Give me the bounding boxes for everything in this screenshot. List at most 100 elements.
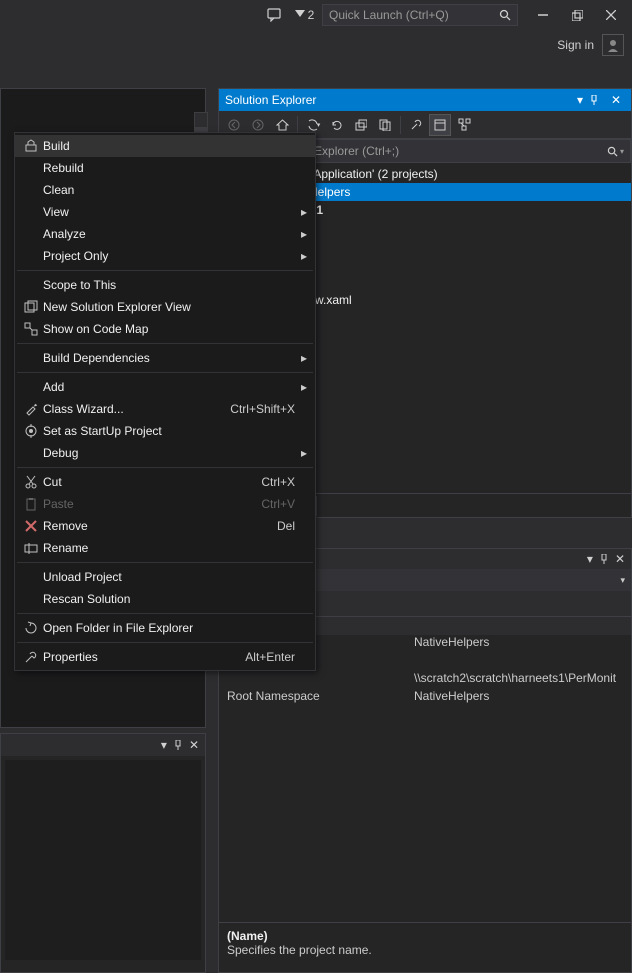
menu-item-project-only[interactable]: Project Only▸	[15, 245, 315, 267]
minimize-button[interactable]	[528, 3, 558, 27]
menu-item-add[interactable]: Add▸	[15, 376, 315, 398]
panel-dropdown-icon[interactable]: ▾	[161, 738, 167, 752]
view-class-diagram-button[interactable]	[453, 114, 475, 136]
output-panel: ▾ ✕	[0, 733, 206, 973]
title-bar: 2 Quick Launch (Ctrl+Q)	[0, 0, 632, 30]
quick-launch-placeholder: Quick Launch (Ctrl+Q)	[329, 8, 449, 22]
pin-icon[interactable]	[173, 740, 183, 750]
menu-item-properties[interactable]: PropertiesAlt+Enter	[15, 646, 315, 668]
panel-close-icon[interactable]: ✕	[615, 552, 625, 566]
search-icon: ▾	[607, 146, 624, 157]
property-desc-name: (Name)	[227, 929, 623, 943]
menu-item-unload-project[interactable]: Unload Project	[15, 566, 315, 588]
menu-label: Rename	[43, 541, 295, 555]
wizard-icon	[19, 402, 43, 416]
menu-label: Add	[43, 380, 295, 394]
output-panel-header[interactable]: ▾ ✕	[1, 734, 205, 756]
properties-row[interactable]: \\scratch2\scratch\harneets1\PerMonit	[219, 671, 631, 689]
folder-icon	[19, 621, 43, 635]
panel-close-icon[interactable]: ✕	[607, 93, 625, 107]
collapse-all-button[interactable]	[350, 114, 372, 136]
output-panel-body[interactable]	[5, 760, 201, 960]
menu-item-rebuild[interactable]: Rebuild	[15, 157, 315, 179]
menu-label: Rescan Solution	[43, 592, 295, 606]
panel-dropdown-icon[interactable]: ▾	[587, 552, 593, 566]
properties-description: (Name) Specifies the project name.	[219, 922, 631, 972]
menu-label: New Solution Explorer View	[43, 300, 295, 314]
menu-shortcut: Ctrl+V	[261, 497, 295, 511]
menu-item-clean[interactable]: Clean	[15, 179, 315, 201]
paste-icon	[19, 497, 43, 511]
preview-button[interactable]	[429, 114, 451, 136]
menu-shortcut: Del	[277, 519, 295, 533]
show-all-files-button[interactable]	[374, 114, 396, 136]
dropdown-icon[interactable]: ▾	[620, 575, 625, 586]
cut-icon	[19, 475, 43, 489]
solution-explorer-header[interactable]: Solution Explorer ▾ ✕	[219, 89, 631, 111]
menu-separator	[17, 343, 313, 344]
menu-item-class-wizard[interactable]: Class Wizard...Ctrl+Shift+X	[15, 398, 315, 420]
menu-item-remove[interactable]: RemoveDel	[15, 515, 315, 537]
menu-label: Build Dependencies	[43, 351, 295, 365]
menu-item-debug[interactable]: Debug▸	[15, 442, 315, 464]
signin-row: Sign in	[0, 30, 632, 60]
properties-row[interactable]: Root NamespaceNativeHelpers	[219, 689, 631, 707]
menu-item-new-solution-explorer-view[interactable]: New Solution Explorer View	[15, 296, 315, 318]
menu-label: Rebuild	[43, 161, 295, 175]
pin-icon[interactable]	[589, 95, 607, 105]
menu-separator	[17, 562, 313, 563]
menu-item-view[interactable]: View▸	[15, 201, 315, 223]
menu-item-scope-to-this[interactable]: Scope to This	[15, 274, 315, 296]
submenu-arrow-icon: ▸	[295, 380, 307, 394]
panel-close-icon[interactable]: ✕	[189, 738, 199, 752]
feedback-icon[interactable]	[262, 3, 286, 27]
menu-label: Open Folder in File Explorer	[43, 621, 295, 635]
menu-label: Paste	[43, 497, 261, 511]
menu-item-analyze[interactable]: Analyze▸	[15, 223, 315, 245]
menu-separator	[17, 372, 313, 373]
startup-icon	[19, 424, 43, 438]
close-button[interactable]	[596, 3, 626, 27]
menu-label: Analyze	[43, 227, 295, 241]
restore-button[interactable]	[562, 3, 592, 27]
new-view-icon	[19, 300, 43, 314]
menu-item-build-dependencies[interactable]: Build Dependencies▸	[15, 347, 315, 369]
menu-separator	[17, 613, 313, 614]
menu-item-open-folder-in-file-explorer[interactable]: Open Folder in File Explorer	[15, 617, 315, 639]
notification-badge[interactable]: 2	[290, 8, 318, 22]
menu-separator	[17, 642, 313, 643]
refresh-button[interactable]	[326, 114, 348, 136]
project-context-menu: BuildRebuildCleanView▸Analyze▸Project On…	[14, 132, 316, 671]
menu-shortcut: Alt+Enter	[245, 650, 295, 664]
menu-item-build[interactable]: Build	[15, 135, 315, 157]
menu-label: View	[43, 205, 295, 219]
quick-launch-input[interactable]: Quick Launch (Ctrl+Q)	[322, 4, 518, 26]
menu-item-cut[interactable]: CutCtrl+X	[15, 471, 315, 493]
search-icon	[499, 9, 511, 21]
rename-icon	[19, 541, 43, 555]
props-icon	[19, 650, 43, 664]
menu-label: Clean	[43, 183, 295, 197]
panel-dropdown-icon[interactable]: ▾	[571, 93, 589, 107]
submenu-arrow-icon: ▸	[295, 446, 307, 460]
menu-item-rescan-solution[interactable]: Rescan Solution	[15, 588, 315, 610]
menu-label: Debug	[43, 446, 295, 460]
menu-label: Build	[43, 139, 295, 153]
menu-label: Unload Project	[43, 570, 295, 584]
menu-item-rename[interactable]: Rename	[15, 537, 315, 559]
menu-label: Remove	[43, 519, 277, 533]
property-desc-text: Specifies the project name.	[227, 943, 623, 957]
codemap-icon	[19, 322, 43, 336]
menu-label: Scope to This	[43, 278, 295, 292]
submenu-arrow-icon: ▸	[295, 351, 307, 365]
submenu-arrow-icon: ▸	[295, 205, 307, 219]
notification-count: 2	[308, 8, 315, 22]
properties-button[interactable]	[405, 114, 427, 136]
menu-item-show-on-code-map[interactable]: Show on Code Map	[15, 318, 315, 340]
remove-icon	[19, 519, 43, 533]
menu-item-set-as-startup-project[interactable]: Set as StartUp Project	[15, 420, 315, 442]
menu-label: Project Only	[43, 249, 295, 263]
pin-icon[interactable]	[599, 554, 609, 564]
signin-link[interactable]: Sign in	[557, 38, 594, 52]
avatar[interactable]	[602, 34, 624, 56]
